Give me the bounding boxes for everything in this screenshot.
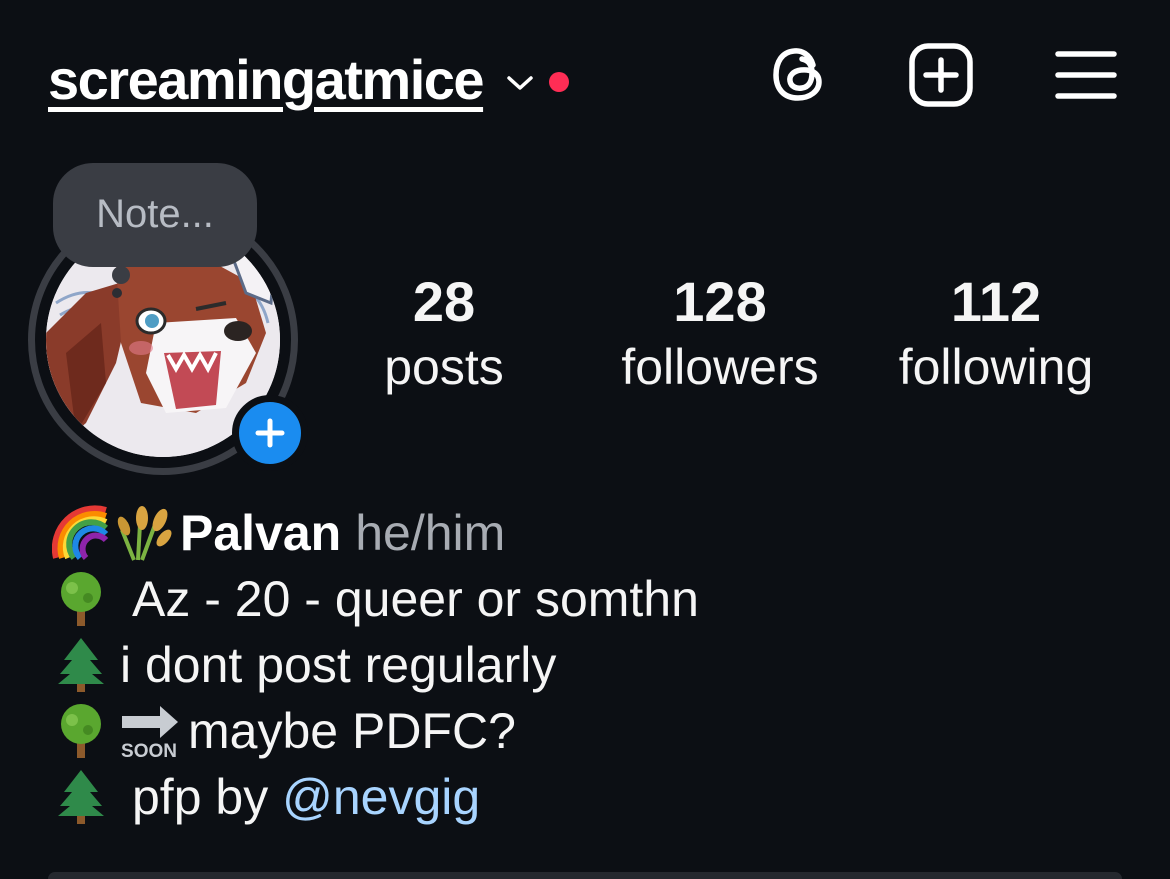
soon-arrow-icon: SOON [121,706,178,760]
evergreen-tree-icon [58,770,104,824]
create-post-icon[interactable] [908,42,974,108]
profile-screen: screamingatmice Note... 28 posts 128 fol… [0,0,1170,879]
display-name: Palvan [180,505,342,561]
posts-label: posts [384,339,504,395]
notification-dot [549,72,570,92]
threads-icon[interactable] [766,42,832,108]
deciduous-tree-icon [61,572,101,626]
following-label: following [898,339,1094,395]
note-placeholder: Note... [96,191,214,236]
bio-line-3: SOON maybe PDFC? [52,698,1152,764]
bio-line-2: i dont post regularly [52,632,1152,698]
menu-icon[interactable] [1054,42,1118,108]
bio-text-4: pfp by [132,769,283,825]
add-story-button[interactable] [232,395,308,471]
bio: Palvan he/him Az - 20 - queer or somthn … [52,500,1152,830]
followers-count[interactable]: 128 followers [596,272,844,402]
bio-text-2: i dont post regularly [120,637,557,693]
account-switcher[interactable]: screamingatmice [48,40,570,120]
bio-text-3: maybe PDFC? [188,703,516,759]
action-buttons-row [48,872,1122,879]
posts-value: 28 [412,270,476,333]
followers-value: 128 [673,270,767,333]
posts-count[interactable]: 28 posts [360,272,528,402]
bio-line-1: Az - 20 - queer or somthn [52,566,1152,632]
username: screamingatmice [48,48,485,111]
note-bubble[interactable]: Note... [53,163,257,298]
chevron-down-icon [507,76,533,90]
top-bar: screamingatmice [0,0,1170,150]
followers-label: followers [621,339,819,395]
plus-icon [255,418,285,448]
rice-sheaf-icon [117,506,172,561]
following-value: 112 [950,270,1042,333]
mention-link[interactable]: @nevgig [282,764,480,830]
bio-line-4: pfp by @nevgig [52,764,1152,830]
rainbow-icon [52,505,109,561]
soon-label: SOON [121,741,177,760]
deciduous-tree-icon [61,704,101,758]
bio-text-1: Az - 20 - queer or somthn [132,571,699,627]
bio-name-line: Palvan he/him [52,500,1152,566]
pronouns: he/him [355,505,506,561]
evergreen-tree-icon [58,638,104,692]
following-count[interactable]: 112 following [876,272,1116,402]
